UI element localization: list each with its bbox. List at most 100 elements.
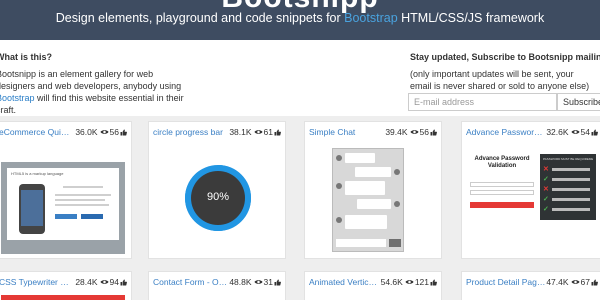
card-stats: 36.0K 56 — [75, 127, 127, 137]
quick-view-modal: HTML5 is a markup language — [7, 168, 119, 240]
view-count: 38.1K — [229, 127, 252, 137]
view-count: 32.6K — [546, 127, 569, 137]
thumbs-up-icon — [591, 279, 598, 286]
chat-bubble — [355, 167, 391, 177]
eye-icon — [571, 130, 580, 135]
card-stats: 54.6K 121 — [381, 277, 437, 287]
snippet-card-circle-progress[interactable]: circle progress bar 38.1K 61 90% — [148, 121, 286, 259]
eye-icon — [571, 280, 580, 285]
tagline-bootstrap-link[interactable]: Bootstrap — [344, 11, 398, 25]
like-count: 31 — [263, 277, 273, 287]
email-input[interactable] — [408, 93, 557, 111]
card-thumbnail[interactable] — [1, 295, 125, 300]
eye-icon — [410, 130, 419, 135]
snippet-card-password-validation[interactable]: Advance Password Validation 32.6K 54 Adva… — [461, 121, 600, 259]
about-text-start: Bootsnipp is an element gallery for web … — [0, 69, 182, 91]
card-header: Product Detail Page - E-commerce 47.4K 67 — [462, 272, 600, 292]
subscribe-description: (only important updates will be sent, yo… — [410, 69, 590, 91]
password-form: Advance Password Validation — [466, 152, 538, 248]
snippet-card-contact-form[interactable]: Contact Form - One page 48.8K 31 — [148, 271, 286, 300]
card-stats: 47.4K 67 — [546, 277, 598, 287]
requirement-line — [552, 168, 590, 171]
snippet-card-simple-chat[interactable]: Simple Chat 39.4K 56 — [304, 121, 442, 259]
view-count: 54.6K — [380, 277, 403, 287]
card-stats: 39.4K 56 — [385, 127, 437, 137]
card-title[interactable]: Contact Form - One page — [153, 277, 229, 287]
avatar — [394, 201, 400, 207]
phone-image — [19, 184, 45, 234]
card-title[interactable]: eCommerce Quick view — [0, 127, 71, 137]
card-stats: 28.4K 94 — [75, 277, 127, 287]
text-line — [55, 199, 105, 201]
card-header: Advance Password Validation 32.6K 54 — [462, 122, 600, 142]
about-title: What is this? — [0, 52, 52, 62]
card-header: Contact Form - One page 48.8K 31 — [149, 272, 285, 292]
snippet-card-quick-view[interactable]: eCommerce Quick view 36.0K 56 HTML5 is a … — [0, 121, 132, 259]
cross-icon: ✕ — [543, 166, 549, 173]
quick-view-button — [55, 214, 77, 219]
view-count: 28.4K — [75, 277, 98, 287]
avatar — [394, 169, 400, 175]
thumbs-up-icon — [430, 279, 437, 286]
chat-bubble — [345, 215, 387, 229]
hero-header: Bootsnipp Design elements, playground an… — [0, 0, 600, 40]
phone-screen — [21, 190, 43, 226]
card-stats: 38.1K 61 — [229, 127, 281, 137]
thumbs-up-icon — [120, 129, 127, 136]
card-thumbnail[interactable]: 90% — [149, 144, 285, 258]
like-count: 121 — [414, 277, 429, 287]
card-header: Animated Vertical Bootstrap Tabs 54.6K 12… — [305, 272, 441, 292]
card-title[interactable]: Advance Password Validation — [466, 127, 546, 137]
tagline-text-start: Design elements, playground and code sni… — [55, 11, 345, 25]
info-section: What is this? Bootsnipp is an element ga… — [0, 40, 600, 116]
thumbs-up-icon — [430, 129, 437, 136]
view-count: 47.4K — [546, 277, 569, 287]
snippet-card-typewriter[interactable]: CSS Typewriter (Text Animation) 28.4K 94 — [0, 271, 132, 300]
chat-bubble — [345, 181, 385, 195]
hero-tagline: Design elements, playground and code sni… — [0, 11, 600, 25]
subscribe-title: Stay updated, Subscribe to Bootsnipp mai… — [410, 52, 600, 62]
chat-window — [332, 148, 404, 252]
circle-progress-widget: 90% — [149, 144, 285, 258]
requirement-line — [552, 198, 590, 201]
about-bootstrap-link[interactable]: Bootstrap — [0, 93, 35, 103]
eye-icon — [100, 280, 109, 285]
form-field — [470, 190, 534, 195]
form-submit-button — [470, 202, 534, 208]
card-title[interactable]: Simple Chat — [309, 127, 379, 137]
card-thumbnail[interactable]: Advance Password Validation PASSWORD MUS… — [466, 152, 600, 256]
progress-value-label: 90% — [206, 191, 230, 203]
chat-message-input — [336, 239, 386, 247]
card-header: Simple Chat 39.4K 56 — [305, 122, 441, 142]
card-thumbnail[interactable] — [305, 144, 441, 258]
snippet-card-vertical-tabs[interactable]: Animated Vertical Bootstrap Tabs 54.6K 12… — [304, 271, 442, 300]
requirements-title: PASSWORD MUST BE REQUIREMENTS — [543, 157, 593, 161]
card-title[interactable]: Animated Vertical Bootstrap Tabs — [309, 277, 379, 287]
avatar — [336, 217, 342, 223]
card-title[interactable]: CSS Typewriter (Text Animation) — [0, 277, 71, 287]
card-title[interactable]: circle progress bar — [153, 127, 233, 137]
check-icon: ✓ — [543, 196, 549, 203]
text-line — [55, 204, 109, 206]
like-count: 54 — [580, 127, 590, 137]
card-header: circle progress bar 38.1K 61 — [149, 122, 285, 142]
thumbs-up-icon — [274, 279, 281, 286]
password-requirements-panel: PASSWORD MUST BE REQUIREMENTS ✕ ✓ ✕ ✓ ✓ — [540, 154, 596, 220]
form-field — [470, 182, 534, 187]
like-count: 56 — [109, 127, 119, 137]
requirement-line — [552, 178, 590, 181]
thumbs-up-icon — [591, 129, 598, 136]
card-thumbnail[interactable]: HTML5 is a markup language — [1, 162, 125, 254]
quick-view-button — [81, 214, 103, 219]
eye-icon — [254, 130, 263, 135]
check-icon: ✓ — [543, 176, 549, 183]
view-count: 39.4K — [385, 127, 408, 137]
subscribe-button[interactable]: Subscribe — [557, 93, 600, 111]
thumbs-up-icon — [274, 129, 281, 136]
like-count: 67 — [580, 277, 590, 287]
card-title[interactable]: Product Detail Page - E-commerce — [466, 277, 546, 287]
view-count: 48.8K — [229, 277, 252, 287]
snippet-card-product-detail[interactable]: Product Detail Page - E-commerce 47.4K 67 — [461, 271, 600, 300]
text-line — [63, 186, 103, 188]
eye-icon — [254, 280, 263, 285]
